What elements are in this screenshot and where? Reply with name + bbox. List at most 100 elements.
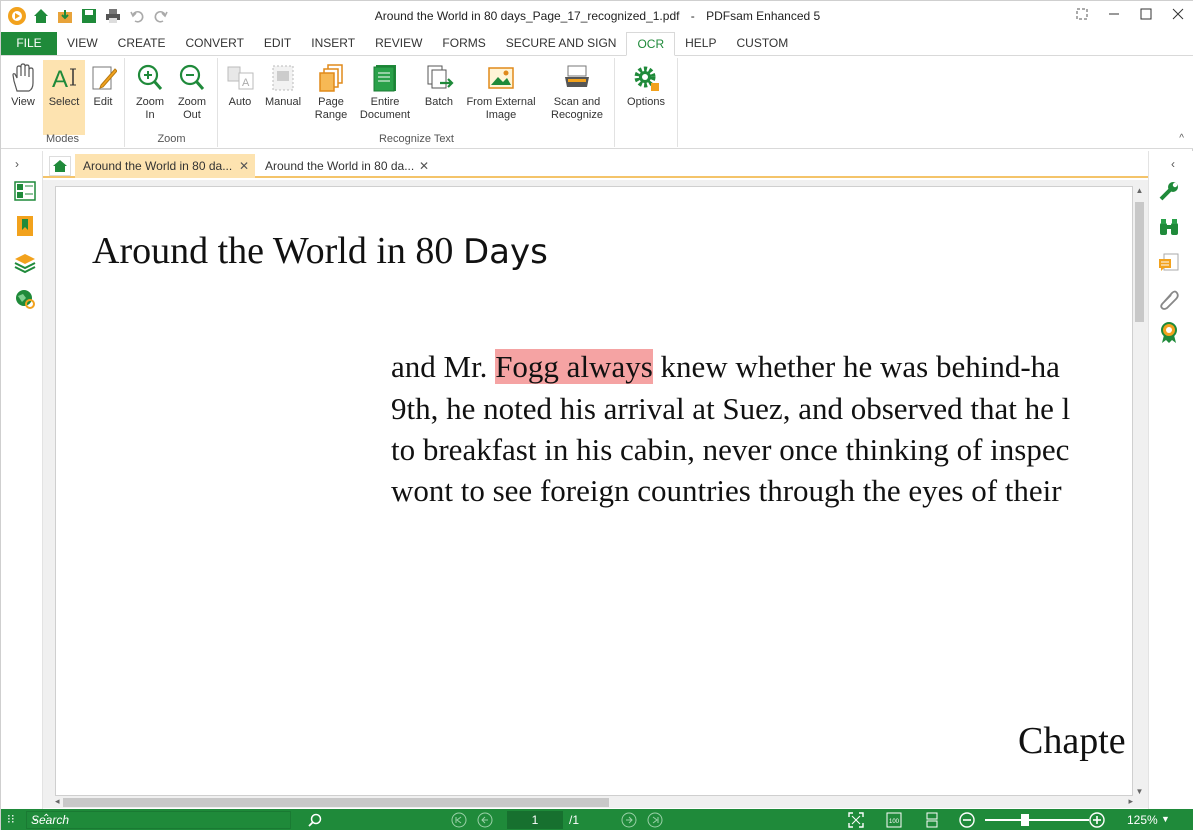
chapter-heading: Chapte: [1018, 720, 1126, 762]
tab-help[interactable]: HELP: [675, 32, 726, 55]
scroll-right-icon[interactable]: ▸: [1128, 796, 1133, 807]
tab-view[interactable]: VIEW: [57, 32, 108, 55]
document-tab[interactable]: Around the World in 80 da... ✕: [75, 154, 255, 178]
image-icon: [484, 60, 518, 96]
first-page-icon[interactable]: [451, 812, 467, 828]
previous-page-icon[interactable]: [477, 812, 493, 828]
attachment-icon[interactable]: [1157, 287, 1181, 311]
zoom-out-status-icon[interactable]: [959, 812, 975, 828]
tab-edit[interactable]: EDIT: [254, 32, 301, 55]
tab-create[interactable]: CREATE: [108, 32, 176, 55]
hand-icon: [6, 60, 40, 96]
search-icon[interactable]: [307, 812, 323, 828]
vertical-scrollbar[interactable]: ▲ ▼: [1133, 186, 1146, 796]
close-tab-icon[interactable]: ✕: [419, 154, 429, 178]
zoom-dropdown-icon[interactable]: ▼: [1161, 814, 1170, 824]
minimize-button[interactable]: [1098, 1, 1130, 27]
bookmarks-icon[interactable]: [13, 214, 37, 238]
close-tab-icon[interactable]: ✕: [239, 154, 249, 178]
page-layout-icon[interactable]: [924, 812, 940, 828]
edit-page-icon: [86, 60, 120, 96]
panel-grip-icon[interactable]: ⁝⁝: [7, 812, 15, 826]
page-number-input[interactable]: 1: [507, 811, 563, 829]
tab-insert[interactable]: INSERT: [301, 32, 365, 55]
tab-forms[interactable]: FORMS: [432, 32, 495, 55]
manual-button[interactable]: Manual: [261, 60, 305, 132]
app-window: Around the World in 80 days_Page_17_reco…: [0, 0, 1193, 830]
next-page-icon[interactable]: [621, 812, 637, 828]
select-mode-button[interactable]: A Select: [43, 60, 85, 135]
home-tab-icon: [53, 160, 67, 172]
search-input[interactable]: Search ⌄ ⌃: [26, 811, 291, 829]
thumbnails-icon[interactable]: [13, 179, 37, 203]
title-bar: Around the World in 80 days_Page_17_reco…: [1, 1, 1193, 32]
page-range-button[interactable]: Page Range: [311, 60, 351, 132]
home-tab[interactable]: [49, 156, 71, 176]
auto-button[interactable]: A Auto: [221, 60, 259, 132]
close-button[interactable]: [1162, 1, 1193, 27]
ribbon-group-recognize-text: A Auto Manual Page Range Entire Document…: [219, 58, 615, 147]
document-tab[interactable]: Around the World in 80 da... ✕: [257, 154, 435, 178]
recognize-text-group-label: Recognize Text: [378, 133, 454, 145]
tab-custom[interactable]: CUSTOM: [726, 32, 798, 55]
scroll-down-icon[interactable]: ▼: [1133, 787, 1146, 796]
tab-secure-and-sign[interactable]: SECURE AND SIGN: [496, 32, 627, 55]
zoom-in-button[interactable]: Zoom In: [130, 60, 170, 132]
zoom-in-icon: [133, 60, 167, 96]
from-external-image-label-2: Image: [485, 109, 517, 121]
zoom-in-label-1: Zoom: [135, 96, 165, 108]
heading-sans-text: Days: [462, 232, 548, 272]
scan-and-recognize-button[interactable]: Scan and Recognize: [545, 60, 609, 132]
tab-review[interactable]: REVIEW: [365, 32, 432, 55]
highlighted-text[interactable]: Fogg always: [495, 349, 653, 384]
zoom-slider[interactable]: [985, 814, 1089, 826]
ribbon-group-zoom: Zoom In Zoom Out Zoom: [126, 58, 218, 147]
horizontal-scrollbar[interactable]: ◂ ▸: [55, 796, 1133, 808]
body-line-4: wont to see foreign countries through th…: [391, 473, 1062, 508]
links-globe-icon[interactable]: [13, 287, 37, 311]
horizontal-scroll-thumb[interactable]: [63, 798, 609, 807]
zoom-level[interactable]: 125%: [1127, 813, 1158, 827]
zoom-slider-knob[interactable]: [1021, 814, 1029, 826]
collapse-ribbon-icon[interactable]: ^: [1179, 133, 1184, 144]
page-heading: Around the World in 80 Days: [92, 229, 548, 273]
search-options-icon[interactable]: ⌄ ⌃: [31, 813, 288, 824]
zoom-out-button[interactable]: Zoom Out: [172, 60, 212, 132]
tab-file[interactable]: FILE: [1, 32, 57, 55]
certificate-icon[interactable]: [1157, 321, 1181, 345]
status-bar: ⁝⁝ Search ⌄ ⌃ 1 /1 100 125% ▼: [1, 809, 1193, 830]
from-external-image-button[interactable]: From External Image: [463, 60, 539, 132]
actual-size-icon[interactable]: 100: [886, 812, 902, 828]
line1-pre: and Mr.: [391, 349, 496, 384]
vertical-scroll-thumb[interactable]: [1135, 202, 1144, 322]
tab-ocr[interactable]: OCR: [626, 32, 676, 56]
expand-right-panel-icon[interactable]: ‹: [1171, 157, 1175, 171]
select-label: Select: [48, 96, 80, 108]
zoom-in-status-icon[interactable]: [1089, 812, 1105, 828]
last-page-icon[interactable]: [647, 812, 663, 828]
entire-document-button[interactable]: Entire Document: [355, 60, 415, 132]
scroll-up-icon[interactable]: ▲: [1133, 186, 1146, 195]
view-mode-button[interactable]: View: [5, 60, 41, 132]
wrench-icon[interactable]: [1157, 179, 1181, 203]
batch-button[interactable]: Batch: [419, 60, 459, 132]
pdf-page[interactable]: Around the World in 80 Days and Mr. Fogg…: [55, 186, 1133, 796]
document-viewer[interactable]: Around the World in 80 Days and Mr. Fogg…: [43, 180, 1148, 808]
restore-view-icon[interactable]: [1066, 1, 1098, 27]
fit-page-icon[interactable]: [848, 812, 864, 828]
tab-convert[interactable]: CONVERT: [175, 32, 253, 55]
comments-icon[interactable]: [1157, 251, 1181, 275]
line1-post: knew whether he was behind-ha: [652, 349, 1060, 384]
document-tab-label: Around the World in 80 da...: [265, 159, 415, 173]
edit-mode-button[interactable]: Edit: [87, 60, 119, 132]
page-range-icon: [314, 60, 348, 96]
expand-left-panel-icon[interactable]: ›: [15, 157, 19, 171]
layers-icon[interactable]: [13, 251, 37, 275]
maximize-button[interactable]: [1130, 1, 1162, 27]
menu-tabs: FILE VIEW CREATE CONVERT EDIT INSERT REV…: [1, 32, 1193, 56]
scroll-left-icon[interactable]: ◂: [55, 796, 60, 807]
binoculars-icon[interactable]: [1157, 215, 1181, 239]
ribbon-group-options: Options: [616, 58, 678, 147]
view-label: View: [11, 96, 35, 108]
options-button[interactable]: Options: [622, 60, 670, 132]
